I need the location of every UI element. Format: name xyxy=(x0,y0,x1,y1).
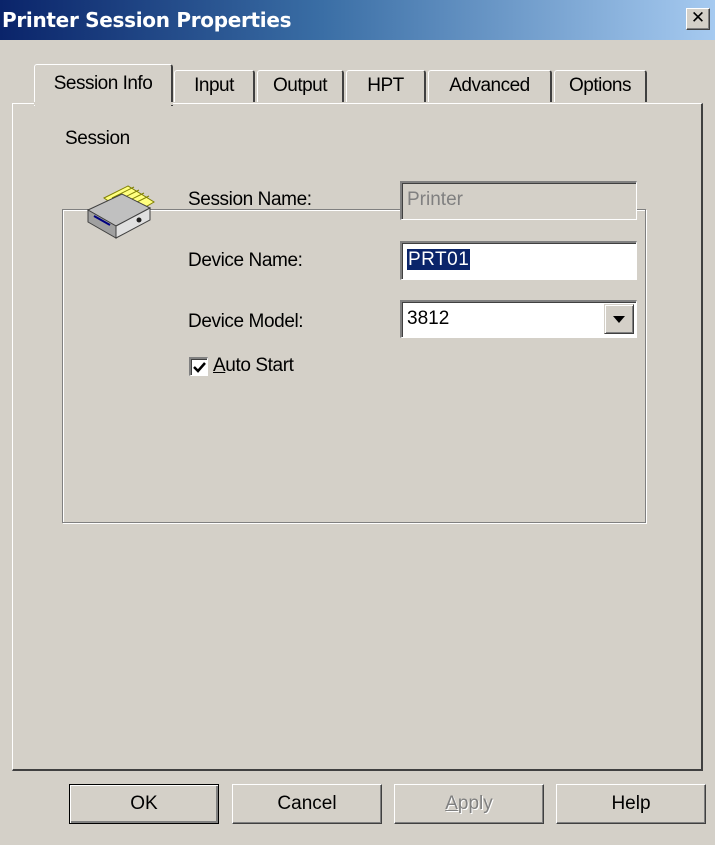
session-group-title: Session xyxy=(63,128,132,150)
device-name-value: PRT01 xyxy=(407,249,471,270)
title-bar: Printer Session Properties ✕ xyxy=(0,0,715,40)
device-name-label: Device Name: xyxy=(188,250,303,271)
tab-options[interactable]: Options xyxy=(554,70,647,102)
session-name-value: Printer xyxy=(407,189,463,210)
device-model-value: 3812 xyxy=(407,308,450,329)
printer-icon xyxy=(84,184,156,240)
tab-label: Session Info xyxy=(53,73,153,94)
auto-start-checkbox[interactable] xyxy=(189,357,208,376)
tab-advanced[interactable]: Advanced xyxy=(428,70,552,102)
session-name-label: Session Name: xyxy=(188,189,312,210)
close-icon: ✕ xyxy=(690,8,706,28)
session-name-field: Printer xyxy=(400,181,637,220)
help-button[interactable]: Help xyxy=(556,784,706,824)
tab-label: HPT xyxy=(367,75,404,96)
tab-output[interactable]: Output xyxy=(257,70,344,102)
tab-input[interactable]: Input xyxy=(174,70,255,102)
check-icon xyxy=(193,362,206,373)
ok-button[interactable]: OK xyxy=(69,784,219,824)
apply-button[interactable]: Apply xyxy=(394,784,544,824)
tab-label: Options xyxy=(569,75,631,96)
tab-hpt[interactable]: HPT xyxy=(346,70,426,102)
device-model-label: Device Model: xyxy=(188,311,304,332)
dropdown-button[interactable] xyxy=(604,304,634,334)
close-button[interactable]: ✕ xyxy=(686,8,710,30)
device-name-field[interactable]: PRT01 xyxy=(400,241,637,280)
tab-session-info[interactable]: Session Info xyxy=(34,64,173,106)
window-title: Printer Session Properties xyxy=(2,8,292,32)
tab-label: Input xyxy=(194,75,234,96)
tab-label: Output xyxy=(272,75,328,96)
device-model-select[interactable]: 3812 xyxy=(400,300,637,338)
tab-label: Advanced xyxy=(449,75,530,96)
auto-start-label[interactable]: Auto Start xyxy=(213,355,294,377)
cancel-button[interactable]: Cancel xyxy=(232,784,382,824)
